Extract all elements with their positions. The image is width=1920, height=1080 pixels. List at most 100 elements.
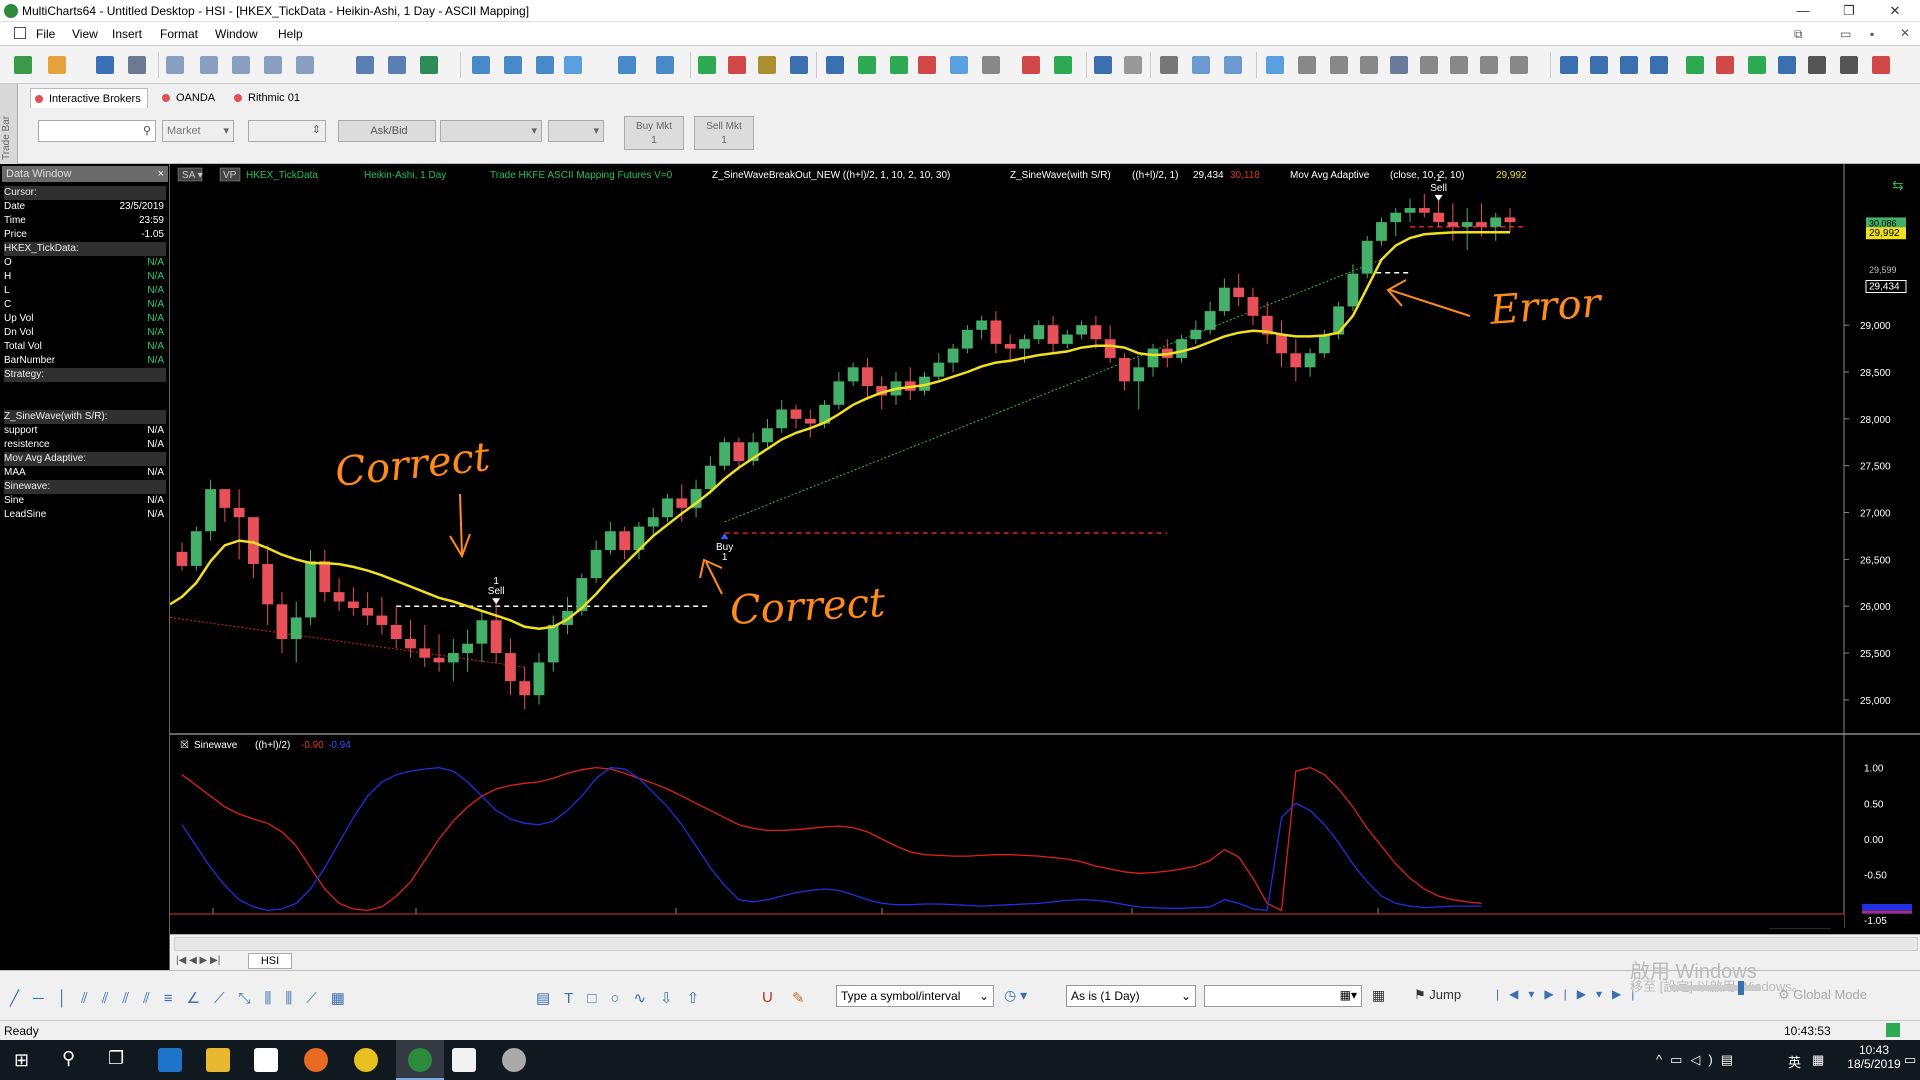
- speed-slider-thumb[interactable]: [1738, 981, 1744, 995]
- jump-button[interactable]: ⚑ Jump: [1414, 987, 1461, 1003]
- alerts-icon[interactable]: [1480, 56, 1498, 74]
- shape-tools-icons[interactable]: ▤T□○∿⇩⇧: [536, 989, 713, 1007]
- mdi-restore-icon[interactable]: ⧉: [1794, 27, 1803, 42]
- open-icon[interactable]: [48, 56, 66, 74]
- ask-bid-button[interactable]: Ask/Bid: [338, 120, 436, 142]
- trade-bar-icon[interactable]: [1266, 56, 1284, 74]
- kagi-icon[interactable]: [918, 56, 936, 74]
- broker-tab-interactive-brokers[interactable]: Interactive Brokers: [30, 88, 148, 108]
- document-icon[interactable]: [14, 27, 26, 39]
- range-icon[interactable]: [858, 56, 876, 74]
- compress-icon[interactable]: [1620, 56, 1638, 74]
- market-scanner-icon[interactable]: [1390, 56, 1408, 74]
- data-window-icon[interactable]: [1192, 56, 1210, 74]
- document-app-icon[interactable]: [452, 1048, 476, 1072]
- new-portfolio-icon[interactable]: [296, 56, 314, 74]
- optimization-icon[interactable]: [1510, 56, 1528, 74]
- taskbar-clock[interactable]: 10:43 18/5/2019: [1846, 1043, 1902, 1071]
- search-zoom-icon[interactable]: [1872, 56, 1890, 74]
- hollow-candle-icon[interactable]: [758, 56, 776, 74]
- format-instrument-icon[interactable]: [564, 56, 582, 74]
- crosshair-icon[interactable]: [1124, 56, 1142, 74]
- position-icon[interactable]: [1330, 56, 1348, 74]
- scroll-right-icon[interactable]: [1590, 56, 1608, 74]
- system-tray-icons[interactable]: ^▭◁)▤: [1656, 1052, 1741, 1068]
- minimize-icon[interactable]: —: [1780, 0, 1826, 22]
- interval-select[interactable]: As is (1 Day) ⌄: [1066, 985, 1196, 1007]
- left-arrow-icon[interactable]: [1748, 56, 1766, 74]
- speed-slider[interactable]: [1670, 981, 1760, 995]
- insert-strategy-icon[interactable]: [536, 56, 554, 74]
- multicharts-taskbar-button[interactable]: [396, 1040, 444, 1080]
- chart-svg[interactable]: SA ▾ VP HKEX_TickData Heikin-Ashi, 1 Day…: [170, 164, 1920, 934]
- symbol-interval-input[interactable]: Type a symbol/interval ⌄: [836, 985, 994, 1007]
- volume-profile-icon[interactable]: [982, 56, 1000, 74]
- app-orange-icon[interactable]: [304, 1048, 328, 1072]
- move-icon[interactable]: [1778, 56, 1796, 74]
- global-mode-button[interactable]: ⚙ Global Mode: [1778, 987, 1867, 1003]
- bars-back-icon[interactable]: [1840, 56, 1858, 74]
- select-pointer-icon[interactable]: [1094, 56, 1112, 74]
- date-picker[interactable]: ▦▾: [1204, 985, 1362, 1007]
- notifications-icon[interactable]: ▭: [1904, 1052, 1916, 1068]
- mdi-minimize-icon[interactable]: ▪: [1870, 27, 1874, 41]
- pnf-icon[interactable]: [890, 56, 908, 74]
- broker-tab-oanda[interactable]: OANDA: [158, 88, 222, 108]
- calendar-button-icon[interactable]: ▦: [1372, 987, 1385, 1004]
- horizontal-scrollbar[interactable]: [174, 937, 1918, 951]
- windows-start-icon[interactable]: ⊞: [14, 1050, 29, 1071]
- save-icon[interactable]: [96, 56, 114, 74]
- volume-icon[interactable]: [1054, 56, 1072, 74]
- mdi-close-icon[interactable]: ✕: [1900, 26, 1910, 40]
- new-order-icon[interactable]: [264, 56, 282, 74]
- new-dom-icon[interactable]: [232, 56, 250, 74]
- restore-icon[interactable]: ❐: [1826, 0, 1872, 22]
- menu-file[interactable]: File: [36, 27, 55, 41]
- store-icon[interactable]: [254, 1048, 278, 1072]
- tab-nav-arrows-icon[interactable]: |◀ ◀ ▶ ▶|: [176, 955, 220, 966]
- menu-view[interactable]: View: [72, 27, 98, 41]
- line-chart-icon[interactable]: [790, 56, 808, 74]
- zoom-icon[interactable]: [1224, 56, 1242, 74]
- bar-type-label[interactable]: Heikin-Ashi, 1 Day: [364, 170, 446, 181]
- grid-icon[interactable]: [1360, 56, 1378, 74]
- candle-chart-icon[interactable]: [728, 56, 746, 74]
- buy-market-button[interactable]: Buy Mkt 1: [624, 116, 684, 150]
- settings-icon[interactable]: [618, 56, 636, 74]
- indicator1-label[interactable]: Z_SineWave(with S/R): [1010, 170, 1111, 181]
- search-icon[interactable]: ⚲: [62, 1048, 75, 1069]
- tif-select[interactable]: ▾: [548, 120, 604, 142]
- price-select[interactable]: ▾: [440, 120, 542, 142]
- symbol-search-input[interactable]: ⚲: [38, 120, 156, 142]
- chart-area[interactable]: SA ▾ VP HKEX_TickData Heikin-Ashi, 1 Day…: [170, 164, 1920, 934]
- menu-insert[interactable]: Insert: [112, 27, 142, 41]
- menu-help[interactable]: Help: [278, 27, 303, 41]
- new-window-icon[interactable]: [14, 56, 32, 74]
- tick-icon[interactable]: [1022, 56, 1040, 74]
- order-type-select[interactable]: Market ▾: [162, 120, 234, 142]
- task-view-icon[interactable]: ❐: [108, 1048, 124, 1069]
- tab-hsi[interactable]: HSI: [248, 953, 292, 969]
- pen-icon[interactable]: ✎: [792, 989, 805, 1007]
- chrome-icon[interactable]: [354, 1048, 378, 1072]
- edge-icon[interactable]: [158, 1048, 182, 1072]
- insert-indicator-icon[interactable]: [504, 56, 522, 74]
- subchart-close-icon[interactable]: ☒: [180, 740, 189, 751]
- heikin-ashi-icon[interactable]: [950, 56, 968, 74]
- ohlc-icon[interactable]: [826, 56, 844, 74]
- watchlist-icon[interactable]: [1450, 56, 1468, 74]
- up-arrow-icon[interactable]: [1686, 56, 1704, 74]
- new-chart-icon[interactable]: [166, 56, 184, 74]
- expand-icon[interactable]: [1650, 56, 1668, 74]
- paint-app-icon[interactable]: [502, 1048, 526, 1072]
- export-icon[interactable]: [420, 56, 438, 74]
- strategy-label[interactable]: Z_SineWaveBreakOut_NEW ((h+l)/2, 1, 10, …: [712, 170, 950, 181]
- comment-icon[interactable]: [1160, 56, 1178, 74]
- ime-mode-icon[interactable]: ▦: [1812, 1052, 1824, 1068]
- order-tracking-icon[interactable]: [1298, 56, 1316, 74]
- playback-controls[interactable]: |◀▾▶|▶▾▶|: [1496, 987, 1644, 1001]
- indicator2-label[interactable]: Mov Avg Adaptive: [1290, 170, 1370, 181]
- menu-window[interactable]: Window: [215, 27, 258, 41]
- ime-indicator[interactable]: 英: [1788, 1052, 1801, 1071]
- workspace-icon[interactable]: [356, 56, 374, 74]
